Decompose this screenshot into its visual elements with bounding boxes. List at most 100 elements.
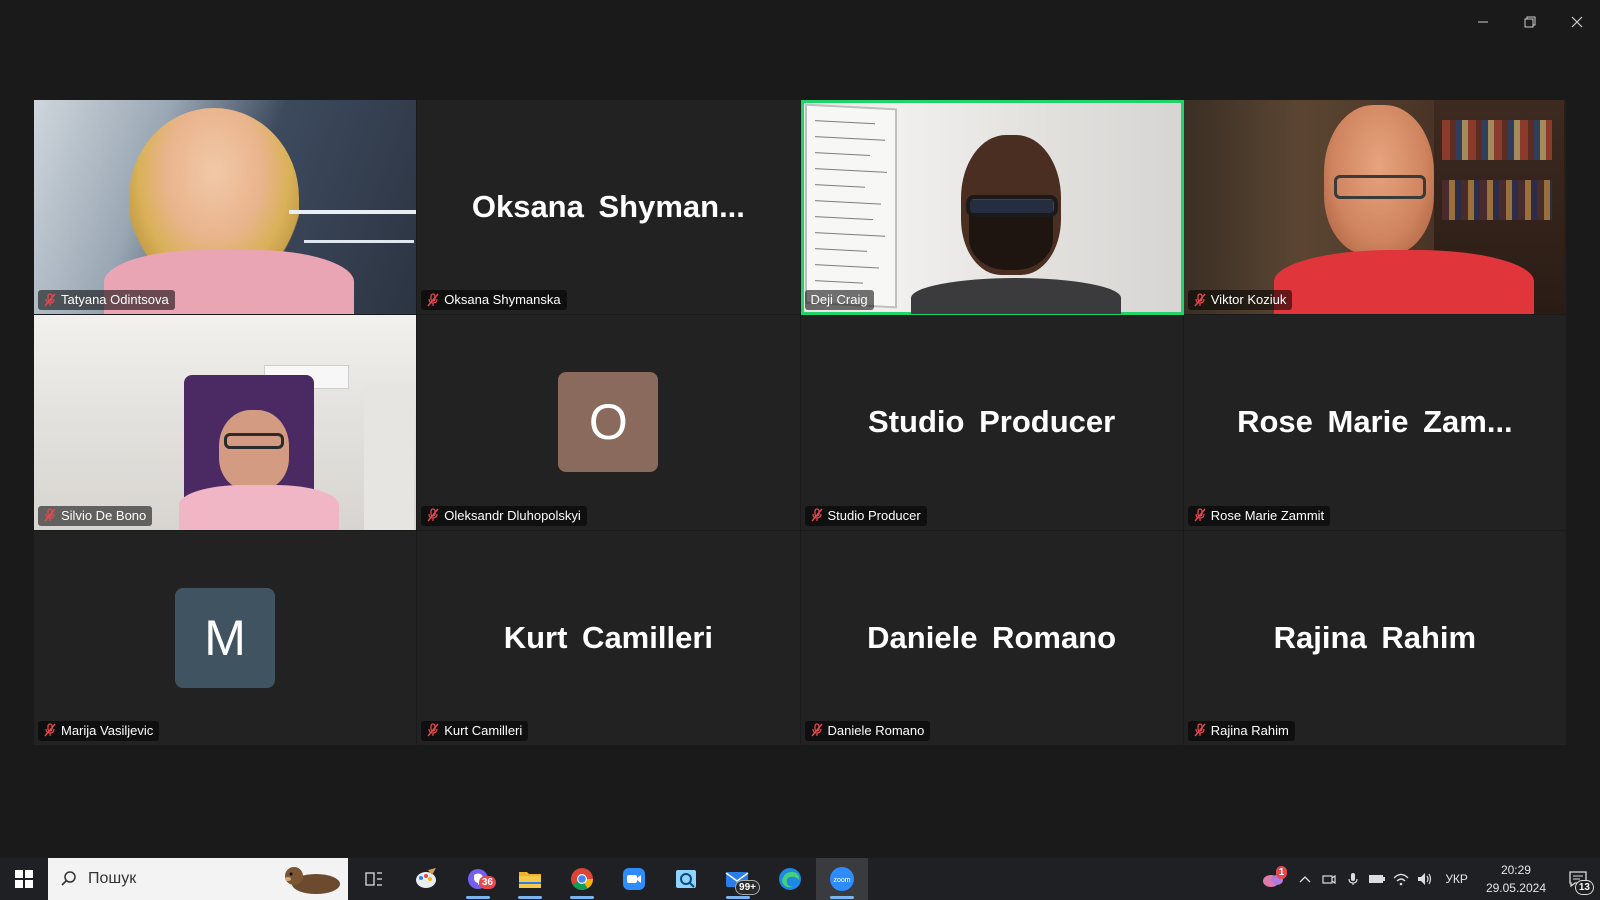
participant-nametag: Studio Producer	[804, 505, 927, 526]
participant-tile-viktor-koziuk[interactable]: Viktor Koziuk	[1183, 100, 1567, 316]
participant-tile-silvio-de-bono[interactable]: Silvio De Bono	[34, 315, 418, 531]
participant-tile-oksana-shymanska[interactable]: Oksana Shyman... Oksana Shymanska	[417, 100, 801, 316]
paint-icon[interactable]	[400, 858, 452, 900]
participant-name: Marija Vasiljevic	[61, 722, 154, 738]
participant-name: Silvio De Bono	[61, 507, 147, 523]
participant-tile-tatyana-odintsova[interactable]: Tatyana Odintsova	[34, 100, 418, 316]
participant-display-name: Rose Marie Zam...	[1237, 404, 1513, 440]
participant-tile-oleksandr-dluhopolskyi[interactable]: O Oleksandr Dluhopolskyi	[417, 315, 801, 531]
participant-avatar: O	[558, 372, 659, 473]
participant-display-name: Rajina Rahim	[1273, 619, 1477, 655]
participant-display-name: Daniele Romano	[867, 619, 1117, 655]
participant-tile-rose-marie-zammit[interactable]: Rose Marie Zam... Rose Marie Zammit	[1183, 315, 1567, 531]
clock-date: 29.05.2024	[1485, 881, 1546, 895]
clock-time: 20:29	[1500, 863, 1531, 877]
participant-display-name: Kurt Camilleri	[503, 619, 714, 655]
mic-muted-icon	[427, 508, 439, 522]
participant-gallery: Tatyana Odintsova Oksana Shyman... Oksan…	[34, 100, 1567, 746]
participant-nametag: Tatyana Odintsova	[38, 290, 175, 311]
participant-video	[34, 315, 416, 530]
volume-icon[interactable]	[1413, 858, 1437, 900]
participant-nametag: Rose Marie Zammit	[1187, 505, 1331, 526]
weather-icon[interactable]: 1	[1253, 858, 1293, 900]
mic-muted-icon	[1194, 508, 1206, 522]
participant-name: Oleksandr Dluhopolskyi	[444, 507, 581, 523]
participant-tile-rajina-rahim[interactable]: Rajina Rahim Rajina Rahim	[1183, 530, 1567, 746]
participant-name: Kurt Camilleri	[444, 722, 523, 738]
participant-tile-studio-producer[interactable]: Studio Producer Studio Producer	[800, 315, 1184, 531]
mic-muted-icon	[810, 508, 823, 522]
close-icon[interactable]	[1553, 0, 1600, 44]
participant-name: Daniele Romano	[827, 722, 925, 738]
start-button[interactable]	[0, 858, 48, 900]
input-language[interactable]: УКР	[1437, 872, 1476, 886]
clock[interactable]: 20:29 29.05.2024	[1476, 861, 1556, 897]
zoom-meeting-icon[interactable]: zoom	[816, 858, 868, 900]
svg-text:zoom: zoom	[833, 877, 850, 884]
participant-tile-daniele-romano[interactable]: Daniele Romano Daniele Romano	[800, 530, 1184, 746]
participant-display-name: Oksana Shyman...	[471, 189, 745, 225]
battery-icon[interactable]	[1365, 858, 1389, 900]
mic-muted-icon	[810, 723, 823, 737]
file-explorer-icon[interactable]	[504, 858, 556, 900]
participant-nametag: Oksana Shymanska	[421, 290, 567, 311]
participant-name: Tatyana Odintsova	[61, 292, 169, 308]
restore-icon[interactable]	[1506, 0, 1553, 44]
participant-video	[801, 100, 1183, 315]
participant-nametag: Deji Craig	[804, 290, 874, 311]
participant-video	[34, 100, 417, 315]
taskbar-search-box[interactable]: Пошук	[48, 858, 348, 900]
screen-tool-icon[interactable]	[660, 858, 712, 900]
search-icon	[61, 871, 76, 886]
minimize-icon[interactable]	[1459, 0, 1506, 44]
mic-muted-icon	[44, 508, 56, 522]
participant-tile-kurt-camilleri[interactable]: Kurt Camilleri Kurt Camilleri	[417, 530, 801, 746]
windows-taskbar: Пошук 36 99+ zoom 1 УКР 20:29 29.05.2024…	[0, 858, 1600, 900]
mail-icon[interactable]: 99+	[712, 858, 764, 900]
chevron-up-icon[interactable]	[1293, 858, 1317, 900]
participant-name: Rose Marie Zammit	[1210, 507, 1325, 523]
mic-muted-icon	[1194, 723, 1206, 737]
windows-logo-icon	[15, 870, 33, 888]
participant-display-name: Studio Producer	[868, 404, 1116, 440]
mic-muted-icon	[427, 723, 439, 737]
window-controls	[1459, 0, 1600, 44]
viber-icon[interactable]: 36	[452, 858, 504, 900]
participant-name: Rajina Rahim	[1210, 722, 1289, 738]
mic-muted-icon	[44, 723, 56, 737]
participant-tile-marija-vasiljevic[interactable]: M Marija Vasiljevic	[34, 530, 418, 746]
camera-icon[interactable]	[1317, 858, 1341, 900]
participant-nametag: Viktor Koziuk	[1187, 290, 1293, 311]
viber-badge: 36	[478, 876, 496, 889]
participant-nametag: Rajina Rahim	[1187, 720, 1295, 741]
participant-name: Oksana Shymanska	[444, 292, 561, 308]
participant-nametag: Daniele Romano	[804, 720, 931, 741]
participant-nametag: Kurt Camilleri	[421, 720, 529, 741]
microphone-icon[interactable]	[1341, 858, 1365, 900]
weather-badge: 1	[1275, 866, 1288, 879]
participant-nametag: Silvio De Bono	[38, 505, 153, 526]
wifi-icon[interactable]	[1389, 858, 1413, 900]
chrome-icon[interactable]	[556, 858, 608, 900]
whiteboard	[804, 103, 897, 309]
mic-muted-icon	[427, 293, 439, 307]
notifications-icon[interactable]: 13	[1556, 858, 1600, 900]
participant-name: Studio Producer	[827, 507, 921, 523]
system-tray: 1 УКР 20:29 29.05.2024 13	[1253, 858, 1600, 900]
mic-muted-icon	[44, 293, 56, 307]
participant-name: Viktor Koziuk	[1210, 292, 1287, 308]
zoom-app-icon[interactable]	[608, 858, 660, 900]
participant-nametag: Oleksandr Dluhopolskyi	[421, 505, 587, 526]
participant-avatar: M	[175, 587, 276, 688]
search-highlight-otter-icon	[285, 867, 340, 894]
mail-badge: 99+	[735, 880, 760, 895]
edge-icon[interactable]	[764, 858, 816, 900]
notifications-badge: 13	[1574, 880, 1594, 895]
mic-muted-icon	[1194, 293, 1206, 307]
participant-tile-deji-craig[interactable]: Deji Craig	[800, 100, 1184, 316]
participant-video	[1184, 100, 1566, 315]
search-placeholder: Пошук	[88, 870, 137, 887]
task-view-icon[interactable]	[348, 858, 400, 900]
participant-name: Deji Craig	[810, 292, 868, 308]
participant-nametag: Marija Vasiljevic	[38, 720, 160, 741]
